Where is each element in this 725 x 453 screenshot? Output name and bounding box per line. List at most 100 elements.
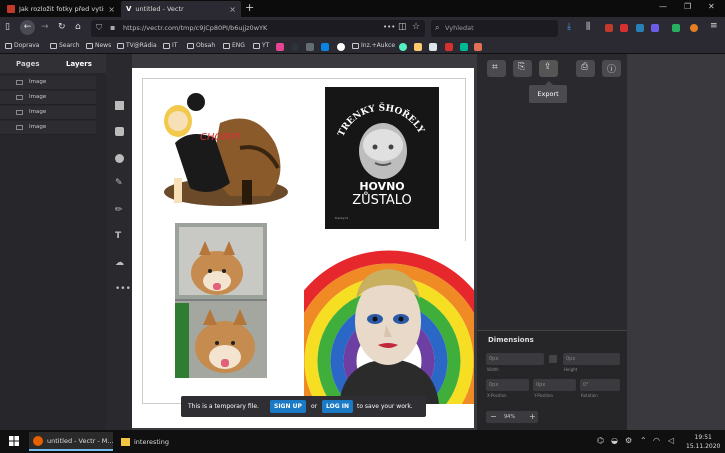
bookmark-search[interactable]: Search [50, 42, 80, 49]
canvas-area[interactable]: CHOMP! TRENKY ŠHOŘELY HOVNO ZŮSTALO tren… [132, 54, 477, 430]
extension-green-icon[interactable] [672, 24, 680, 32]
bookmark-eng[interactable]: ENG [223, 42, 245, 49]
close-tab-icon[interactable]: × [229, 5, 236, 14]
tray-up-icon[interactable]: ⌃ [640, 436, 647, 445]
bookmark-star-icon[interactable]: ☆ [412, 22, 420, 32]
rounded-rect-tool-icon[interactable] [115, 127, 124, 136]
library-icon[interactable]: ⫼ [586, 22, 590, 32]
zoom-out-button[interactable]: − [490, 412, 497, 421]
new-tab-button[interactable]: + [245, 1, 254, 14]
layer-item[interactable]: Image [0, 91, 96, 105]
rotation-field[interactable]: 0° [580, 379, 620, 391]
zoom-in-button[interactable]: + [529, 412, 536, 421]
page-actions-icon[interactable]: ••• [383, 23, 395, 31]
restore-button[interactable]: ❐ [684, 2, 691, 11]
upload-image-icon[interactable]: ☁ [115, 258, 124, 268]
url-bar[interactable]: ⛉ ▪ https://vectr.com/tmp/c9jCp80PI/b6uj… [91, 20, 425, 37]
height-field[interactable]: 0px [563, 353, 620, 365]
shield-icon[interactable]: ⛉ [96, 23, 102, 33]
bookmark-orange-icon[interactable] [474, 43, 482, 51]
extension-abp-icon[interactable] [620, 24, 628, 32]
clock[interactable]: 19:51 15.11.2020 [686, 433, 720, 451]
browser-tab-jak[interactable]: Jak rozložit fotky před vytiskn × [2, 1, 120, 17]
pencil-tool-icon[interactable]: ✏ [115, 205, 124, 215]
back-icon[interactable]: ← [20, 20, 35, 35]
bookmark-mint-icon[interactable] [399, 43, 407, 51]
bookmark-pink-icon[interactable] [276, 43, 284, 51]
taskbar-folder[interactable]: interesting [117, 432, 197, 451]
forward-icon[interactable]: → [41, 22, 49, 32]
settings-icon[interactable]: ⎙ [576, 60, 595, 77]
network-icon[interactable]: ⌬ [597, 436, 604, 445]
layer-item[interactable]: Image [0, 121, 96, 135]
lock-icon[interactable]: ▪ [110, 23, 115, 32]
sign-up-button[interactable]: SIGN UP [270, 400, 306, 413]
import-icon[interactable]: ⎘ [513, 60, 532, 77]
pen-tool-icon[interactable]: ✎ [115, 178, 124, 188]
extension-orange-icon[interactable] [690, 24, 698, 32]
bookmark-blue-icon[interactable] [321, 43, 329, 51]
menu-icon[interactable]: ≡ [710, 21, 718, 31]
folder-icon [86, 42, 93, 49]
reload-icon[interactable]: ↻ [58, 22, 66, 32]
extension-drop-icon[interactable] [636, 24, 644, 32]
clock-time: 19:51 [694, 434, 712, 441]
image-icon [16, 80, 23, 85]
bookmark-red-icon[interactable] [445, 43, 453, 51]
minimize-button[interactable]: — [659, 2, 667, 11]
bookmark-white-icon[interactable] [429, 43, 437, 51]
info-icon[interactable]: ⓘ [602, 60, 621, 77]
rainbow-portrait-image[interactable] [304, 241, 474, 404]
export-icon[interactable]: ⇪ [539, 60, 558, 77]
search-bar[interactable]: ⌕ Vyhledat [431, 20, 558, 37]
folder-icon [5, 42, 12, 49]
tray-icon[interactable]: ⚙ [625, 436, 632, 445]
dog-photo-image[interactable] [175, 223, 267, 378]
ellipse-tool-icon[interactable] [115, 154, 124, 163]
more-tools-icon[interactable]: ••• [115, 284, 131, 294]
link-ratio-icon[interactable] [549, 355, 557, 363]
cartoon-image[interactable]: CHOMP! [160, 88, 293, 206]
bookmark-google-icon[interactable] [337, 43, 345, 51]
bookmark-grey-icon[interactable] [306, 43, 314, 51]
bookmark-yellow-icon[interactable] [414, 43, 422, 51]
grid-icon[interactable]: ⌗ [487, 60, 506, 77]
bookmark-yt[interactable]: YT [253, 42, 269, 49]
bookmark-inz-aukce[interactable]: Inz.+Aukce [352, 42, 395, 49]
windows-start-icon[interactable] [9, 436, 19, 446]
taskbar-firefox[interactable]: untitled - Vectr - M... [29, 432, 114, 451]
pocket-icon[interactable]: ◫ [398, 22, 407, 32]
bookmark-news[interactable]: News [86, 42, 111, 49]
dog-photo-art [175, 223, 267, 378]
artboard[interactable]: CHOMP! TRENKY ŠHOŘELY HOVNO ZŮSTALO tren… [132, 68, 474, 428]
browser-tab-vectr[interactable]: V untitled - Vectr × [121, 1, 241, 17]
close-tab-icon[interactable]: × [108, 5, 115, 14]
home-icon[interactable]: ⌂ [75, 22, 81, 32]
tray-icon[interactable]: ◒ [611, 436, 618, 445]
extension-ublock-icon[interactable] [605, 24, 613, 32]
log-in-button[interactable]: LOG IN [322, 400, 353, 413]
text-tool-icon[interactable]: T [115, 231, 124, 241]
sidebar-toggle-icon[interactable]: ▯ [5, 22, 10, 32]
layer-item[interactable]: Image [0, 76, 96, 90]
x-position-field[interactable]: 0px [486, 379, 529, 391]
close-window-button[interactable]: ✕ [708, 2, 715, 11]
poster-image[interactable]: TRENKY ŠHOŘELY HOVNO ZŮSTALO trenky.cz [325, 87, 439, 229]
bookmark-doprava[interactable]: Doprava [5, 42, 39, 49]
rectangle-tool-icon[interactable] [115, 101, 124, 110]
bookmark-dark-icon[interactable] [291, 43, 299, 51]
bookmark-green-icon[interactable] [460, 43, 468, 51]
tab-pages[interactable]: Pages [16, 60, 40, 68]
extension-purple-icon[interactable] [651, 24, 659, 32]
bookmark-obsah[interactable]: Obsah [187, 42, 215, 49]
volume-icon[interactable]: ◁ [668, 436, 674, 445]
tab-layers[interactable]: Layers [66, 60, 92, 68]
y-position-field[interactable]: 0px [533, 379, 576, 391]
download-icon[interactable]: ⤓ [567, 22, 571, 32]
layer-item[interactable]: Image [0, 106, 96, 120]
zoom-control: − 94% + [486, 411, 538, 423]
bookmark-tv-radia[interactable]: TV@Rádia [117, 42, 157, 49]
bookmark-it[interactable]: IT [163, 42, 177, 49]
width-field[interactable]: 0px [486, 353, 544, 365]
wifi-icon[interactable]: ◠ [653, 436, 660, 445]
